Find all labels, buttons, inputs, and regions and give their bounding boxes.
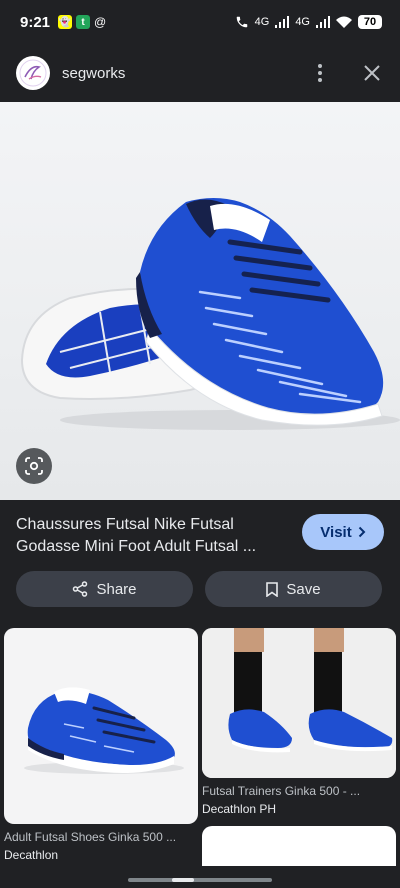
result-info: Chaussures Futsal Nike Futsal Godasse Mi… bbox=[0, 500, 400, 626]
related-card-source: Decathlon bbox=[4, 848, 59, 862]
threads-icon: @ bbox=[94, 15, 107, 29]
save-label: Save bbox=[286, 580, 321, 598]
futsal-shoe-thumbnail bbox=[24, 687, 184, 774]
product-image[interactable] bbox=[0, 102, 400, 500]
save-button[interactable]: Save bbox=[205, 571, 382, 607]
close-button[interactable] bbox=[360, 61, 384, 85]
more-options-button[interactable] bbox=[308, 61, 332, 85]
snapchat-icon: 👻 bbox=[58, 15, 73, 29]
share-label: Share bbox=[96, 580, 137, 598]
share-button[interactable]: Share bbox=[16, 571, 193, 607]
related-card-title: Adult Futsal Shoes Ginka 500 ... bbox=[4, 830, 177, 844]
network-label-2: 4G bbox=[295, 16, 310, 28]
header-actions bbox=[308, 61, 384, 85]
wifi-icon bbox=[336, 16, 352, 28]
related-card-source: Decathlon PH bbox=[202, 802, 277, 816]
status-right: 4G 4G 70 bbox=[235, 15, 382, 29]
status-time: 9:21 bbox=[20, 13, 51, 31]
gesture-indicator bbox=[172, 878, 194, 882]
lens-button[interactable] bbox=[16, 448, 52, 484]
result-title[interactable]: Chaussures Futsal Nike Futsal Godasse Mi… bbox=[16, 514, 278, 558]
call-icon bbox=[236, 16, 247, 28]
network-label-1: 4G bbox=[254, 16, 270, 28]
signal-icon-2 bbox=[316, 16, 330, 28]
app-header: segworks bbox=[0, 44, 400, 102]
gesture-navigation-bar[interactable] bbox=[128, 878, 272, 882]
t-icon: t bbox=[76, 15, 91, 29]
battery-icon: 70 bbox=[358, 15, 382, 29]
share-icon bbox=[73, 581, 88, 597]
site-name[interactable]: segworks bbox=[62, 65, 125, 82]
futsal-trainers-thumbnail bbox=[202, 628, 396, 778]
related-card-2[interactable]: Futsal Trainers Ginka 500 - ... Decathlo… bbox=[202, 628, 396, 866]
related-card-image bbox=[4, 628, 198, 824]
more-vert-icon bbox=[318, 64, 322, 82]
visit-button[interactable]: Visit bbox=[302, 514, 384, 550]
site-logo-icon bbox=[19, 59, 47, 87]
status-bar: 9:21 👻 t @ 4G 4G 70 bbox=[0, 0, 400, 44]
site-avatar[interactable] bbox=[16, 56, 50, 90]
bookmark-icon bbox=[266, 581, 279, 597]
visit-label: Visit bbox=[320, 523, 352, 541]
related-card-title: Futsal Trainers Ginka 500 - ... bbox=[202, 784, 361, 798]
futsal-shoe-image bbox=[20, 198, 400, 430]
related-card-3-partial[interactable] bbox=[202, 826, 396, 866]
lens-icon bbox=[25, 457, 43, 475]
related-results: Adult Futsal Shoes Ginka 500 ... Decathl… bbox=[0, 626, 400, 888]
related-card-1[interactable]: Adult Futsal Shoes Ginka 500 ... Decathl… bbox=[4, 628, 198, 862]
close-icon bbox=[364, 65, 380, 81]
chevron-right-icon bbox=[358, 526, 366, 538]
related-card-image bbox=[202, 628, 396, 778]
signal-icon bbox=[275, 16, 290, 28]
